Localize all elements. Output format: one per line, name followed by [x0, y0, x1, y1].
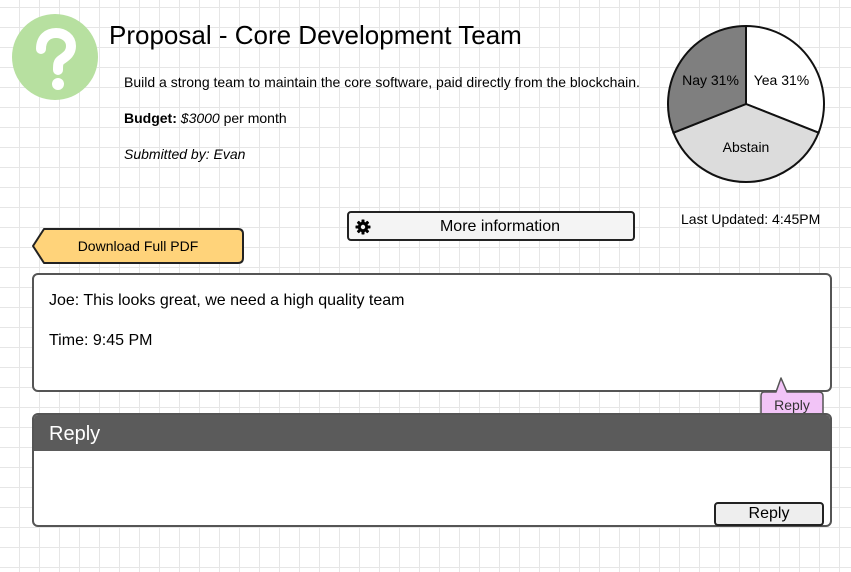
- pie-slice-label-2: Nay 31%: [682, 72, 739, 88]
- comment-text: Joe: This looks great, we need a high qu…: [49, 292, 405, 309]
- reply-bubble-label: Reply: [774, 397, 810, 413]
- comment-card: Joe: This looks great, we need a high qu…: [32, 273, 832, 392]
- pie-slice-label-1: Abstain: [723, 139, 770, 155]
- last-updated: Last Updated: 4:45PM: [681, 211, 821, 227]
- proposal-submitter: Submitted by: Evan: [124, 146, 246, 162]
- vote-pie-chart: Yea 31% Abstain Nay 31%: [666, 24, 826, 184]
- reply-panel-title: Reply: [49, 423, 101, 445]
- page-title: Proposal - Core Development Team: [109, 20, 522, 50]
- reply-panel: Reply: [32, 413, 832, 527]
- question-mark-icon: [36, 27, 77, 90]
- download-pdf-label: Download Full PDF: [77, 238, 199, 254]
- proposal-status-icon: [12, 14, 98, 100]
- reply-textarea[interactable]: [34, 451, 830, 525]
- reply-submit-button[interactable]: Reply: [714, 502, 824, 526]
- proposal-description: Build a strong team to maintain the core…: [124, 74, 640, 90]
- more-information-button[interactable]: More information: [347, 211, 635, 241]
- more-information-label: More information: [439, 218, 561, 235]
- proposal-budget: Budget: $3000 per month: [124, 109, 287, 127]
- budget-amount: $3000: [180, 110, 220, 126]
- pie-slice-label-0: Yea 31%: [754, 72, 810, 88]
- reply-panel-header: Reply: [34, 415, 830, 451]
- budget-label: Budget:: [124, 110, 177, 126]
- budget-period: per month: [223, 110, 287, 126]
- vote-pie-svg: Yea 31% Abstain Nay 31%: [667, 24, 825, 183]
- download-pdf-button[interactable]: Download Full PDF: [32, 228, 244, 264]
- comment-time: Time: 9:45 PM: [49, 332, 153, 349]
